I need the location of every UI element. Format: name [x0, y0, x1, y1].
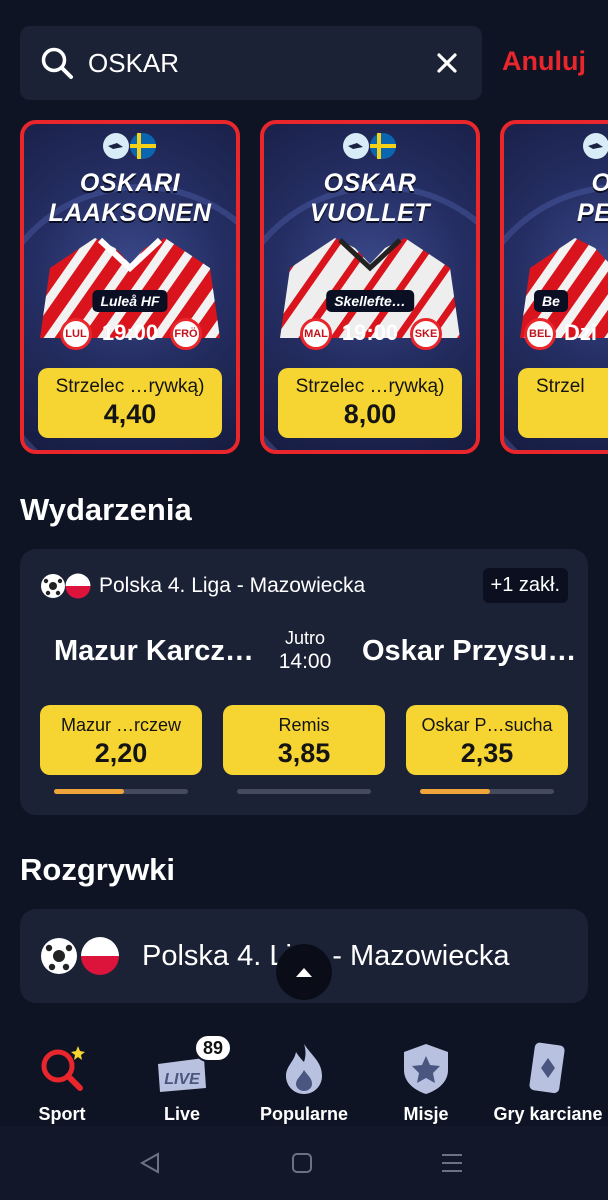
football-poland-flag-icon	[41, 937, 119, 975]
player-name: OSKARI LAAKSONEN	[48, 169, 212, 227]
card-icon	[529, 1042, 565, 1094]
bottom-nav: Sport LIVE 89 Live Popularne Misje Gry k…	[0, 1030, 608, 1126]
nav-label: Gry karciane	[493, 1104, 603, 1124]
bet-share-bar	[420, 789, 554, 794]
market-label: Strzel	[536, 376, 585, 397]
odd-value: 3,85	[277, 738, 331, 768]
system-nav-bar	[0, 1126, 608, 1200]
nav-item-popular[interactable]: Popularne	[244, 1030, 364, 1126]
bet-share-bar	[237, 789, 371, 794]
team-tag: Skellefte…	[326, 290, 414, 312]
hockey-sweden-flag-icon	[583, 133, 608, 159]
team-logo: SKE	[410, 318, 442, 350]
nav-label: Sport	[38, 1104, 86, 1124]
odd-label: Oskar P…sucha	[421, 715, 553, 735]
player-cards-carousel[interactable]: OSKARI LAAKSONEN Luleå HF LUL 19:00 FRÖ S…	[0, 118, 608, 458]
odd-value: 4,40	[103, 399, 157, 429]
team-logo: FRÖ	[170, 318, 202, 350]
section-title-competitions: Rozgrywki	[20, 852, 176, 887]
team-tag: Luleå HF	[92, 290, 168, 312]
match-time: 19:00	[101, 320, 159, 345]
market-label: Strzelec …rywką)	[55, 376, 205, 397]
match-row: BEL Dzi	[504, 318, 608, 350]
search-box[interactable]	[20, 26, 482, 100]
team-logo: BEL	[524, 318, 556, 350]
team-tag: Be	[534, 290, 568, 312]
search-input[interactable]	[88, 44, 418, 82]
nav-item-live[interactable]: LIVE 89 Live	[122, 1030, 242, 1126]
close-icon[interactable]	[434, 50, 460, 76]
nav-item-sport[interactable]: Sport	[2, 1030, 122, 1126]
event-time: 14:00	[278, 650, 332, 673]
bet-share-bar	[54, 789, 188, 794]
player-card[interactable]: OSKARI LAAKSONEN Luleå HF LUL 19:00 FRÖ S…	[20, 120, 240, 454]
nav-item-card-games[interactable]: Gry karciane	[488, 1030, 608, 1126]
player-card[interactable]: OSPETT Be BEL Dzi Strzel	[500, 120, 608, 454]
cancel-button[interactable]: Anuluj	[502, 46, 586, 77]
odd-value: 8,00	[343, 399, 397, 429]
live-count-badge: 89	[194, 1034, 232, 1062]
odd-label: Mazur …rczew	[60, 715, 181, 735]
odd-value: 2,35	[460, 738, 514, 768]
chevron-up-icon	[296, 968, 312, 977]
match-row: MAL 19:00 SKE	[264, 318, 476, 350]
recent-apps-icon[interactable]	[440, 1151, 464, 1175]
odds-button-away[interactable]: Oskar P…sucha 2,35	[406, 705, 568, 775]
player-card[interactable]: OSKAR VUOLLET Skellefte… MAL 19:00 SKE St…	[260, 120, 480, 454]
odd-label: Remis	[278, 715, 330, 735]
odds-button-draw[interactable]: Remis 3,85	[223, 705, 385, 775]
home-team-name: Mazur Karcz…	[54, 635, 254, 667]
odds-button-home[interactable]: Mazur …rczew 2,20	[40, 705, 202, 775]
event-day: Jutro	[284, 628, 326, 648]
section-title-events: Wydarzenia	[20, 492, 192, 527]
odds-button[interactable]: Strzelec …rywką) 4,40	[38, 368, 222, 438]
nav-item-missions[interactable]: Misje	[366, 1030, 486, 1126]
svg-text:LIVE: LIVE	[164, 1071, 201, 1088]
hockey-sweden-flag-icon	[343, 133, 396, 159]
nav-label: Misje	[403, 1104, 449, 1124]
search-bar: Anuluj	[20, 26, 608, 100]
market-label: Strzelec …rywką)	[295, 376, 445, 397]
more-bets-badge[interactable]: +1 zakł.	[482, 568, 568, 603]
back-icon[interactable]	[138, 1151, 162, 1175]
nav-label: Live	[163, 1104, 201, 1124]
search-icon	[41, 47, 73, 79]
flame-icon	[286, 1044, 322, 1094]
match-row: LUL 19:00 FRÖ	[24, 318, 236, 350]
match-time: 19:00	[341, 320, 399, 345]
event-card[interactable]: Polska 4. Liga - Mazowiecka +1 zakł. Maz…	[20, 549, 588, 815]
player-name: OSPETT	[577, 169, 608, 227]
odds-button[interactable]: Strzelec …rywką) 8,00	[278, 368, 462, 438]
away-team-name: Oskar Przysu…	[362, 635, 577, 667]
player-name: OSKAR VUOLLET	[309, 169, 431, 227]
match-time: Dzi	[564, 320, 597, 345]
scroll-to-top-button[interactable]	[276, 944, 332, 1000]
sport-icon	[41, 1046, 85, 1091]
league-name: Polska 4. Liga - Mazowiecka	[99, 574, 366, 597]
odd-value: 2,20	[94, 738, 148, 768]
hockey-sweden-flag-icon	[103, 133, 156, 159]
nav-label: Popularne	[259, 1104, 348, 1124]
home-icon[interactable]	[290, 1151, 314, 1175]
star-badge-icon	[404, 1044, 448, 1094]
football-poland-flag-icon	[41, 573, 91, 599]
odds-button[interactable]: Strzel	[518, 368, 608, 438]
